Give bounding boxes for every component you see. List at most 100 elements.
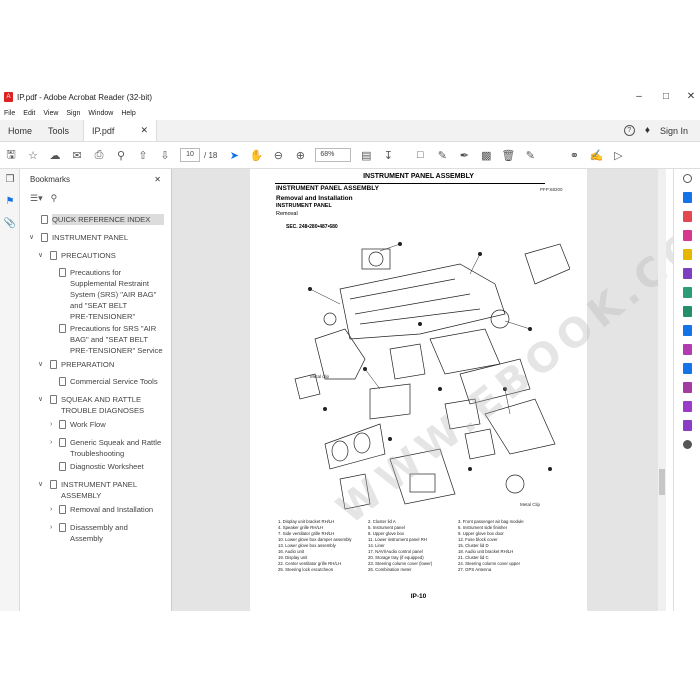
- minimize-button[interactable]: –: [625, 87, 653, 107]
- vertical-scrollbar[interactable]: [658, 169, 666, 611]
- search-icon[interactable]: ⚲: [110, 144, 132, 166]
- scroll-mode-icon[interactable]: ↧: [377, 144, 399, 166]
- bookmark-page-icon: [59, 438, 66, 447]
- bookmark-item[interactable]: ∨ SQUEAK AND RATTLE TROUBLE DIAGNOSES: [38, 394, 156, 416]
- bookmark-item[interactable]: QUICK REFERENCE INDEX: [41, 214, 164, 225]
- prev-page-icon[interactable]: ⇧: [132, 144, 154, 166]
- share-icon[interactable]: ▷: [607, 144, 629, 166]
- close-tab-icon[interactable]: ✕: [140, 125, 148, 136]
- chevron-down-icon[interactable]: ∨: [38, 394, 46, 405]
- compress-pdf-icon[interactable]: [674, 302, 700, 321]
- bookmark-star-icon[interactable]: ☆: [22, 144, 44, 166]
- print-icon[interactable]: ⎙: [88, 144, 110, 166]
- chevron-down-icon[interactable]: ∨: [38, 359, 46, 370]
- find-bookmark-icon[interactable]: ⚲: [51, 193, 58, 204]
- draw-icon[interactable]: ✒: [453, 144, 475, 166]
- legend-entry: 27. GPS Antenna: [458, 567, 492, 572]
- options-menu-icon[interactable]: ☰▾: [30, 193, 43, 204]
- maximize-button[interactable]: □: [652, 87, 680, 107]
- bookmark-item[interactable]: Precautions for Supplemental Restraint Sys…: [59, 267, 160, 322]
- zoom-in-icon[interactable]: ⊕: [289, 144, 311, 166]
- document-viewport[interactable]: INSTRUMENT PANEL ASSEMBLY INSTRUMENT PAN…: [172, 169, 700, 611]
- fill-sign-icon[interactable]: [674, 340, 700, 359]
- request-signature-icon[interactable]: [674, 378, 700, 397]
- chevron-right-icon[interactable]: ›: [50, 504, 58, 515]
- edit-pdf-icon[interactable]: [674, 226, 700, 245]
- print-production-icon[interactable]: [674, 416, 700, 435]
- combine-files-icon[interactable]: [674, 264, 700, 283]
- chevron-down-icon[interactable]: ∨: [38, 250, 46, 261]
- export-pdf-icon[interactable]: [674, 188, 700, 207]
- tab-tools[interactable]: Tools: [40, 120, 77, 141]
- bookmark-item[interactable]: ∨ PREPARATION: [38, 359, 114, 370]
- scan-ocr-icon[interactable]: [674, 321, 700, 340]
- bookmark-item[interactable]: Diagnostic Worksheet: [59, 461, 144, 472]
- bookmark-item[interactable]: › Work Flow: [50, 419, 106, 430]
- tab-document[interactable]: IP.pdf ✕: [83, 120, 158, 141]
- comment-tool-icon[interactable]: [674, 245, 700, 264]
- page-number-input[interactable]: 10: [180, 148, 200, 162]
- help-icon[interactable]: ?: [623, 125, 635, 136]
- bookmark-page-icon: [59, 268, 66, 277]
- send-for-review-icon[interactable]: [674, 397, 700, 416]
- subsection-sub: INSTRUMENT PANEL: [276, 203, 332, 209]
- bookmark-page-icon: [59, 377, 66, 386]
- organize-pages-icon[interactable]: [674, 283, 700, 302]
- upload-icon[interactable]: ☁: [44, 144, 66, 166]
- zoom-out-icon[interactable]: ⊖: [267, 144, 289, 166]
- bookmark-page-icon: [59, 324, 66, 333]
- sign-in-button[interactable]: Sign In: [660, 126, 688, 136]
- bookmark-item[interactable]: ∨ PRECAUTIONS: [38, 250, 116, 261]
- next-page-icon[interactable]: ⇩: [154, 144, 176, 166]
- menu-edit[interactable]: Edit: [23, 110, 35, 117]
- menu-window[interactable]: Window: [88, 110, 113, 117]
- bookmark-item[interactable]: Precautions for SRS "AIR BAG" and "SEAT B…: [59, 323, 165, 356]
- bookmark-page-icon: [59, 505, 66, 514]
- hand-tool-icon[interactable]: ✋: [245, 144, 267, 166]
- parts-legend: 1. Display unit bracket RH/LH 2. Cluster …: [278, 519, 568, 573]
- create-pdf-icon[interactable]: [674, 207, 700, 226]
- save-icon[interactable]: 🖫: [0, 144, 22, 166]
- bookmark-item[interactable]: ∨ INSTRUMENT PANEL: [29, 232, 128, 243]
- chevron-down-icon[interactable]: ∨: [29, 232, 37, 243]
- comment-icon[interactable]: □: [409, 144, 431, 166]
- close-button[interactable]: ✕: [677, 87, 700, 107]
- bookmarks-icon[interactable]: ⚑: [0, 191, 20, 213]
- chevron-right-icon[interactable]: ›: [50, 437, 58, 448]
- email-icon[interactable]: ✉: [66, 144, 88, 166]
- select-cursor-icon[interactable]: ➤: [223, 144, 245, 166]
- tab-home[interactable]: Home: [0, 120, 40, 141]
- bookmark-item[interactable]: ∨ INSTRUMENT PANEL ASSEMBLY: [38, 479, 156, 501]
- fit-page-icon[interactable]: ▤: [355, 144, 377, 166]
- zoom-level-select[interactable]: 68%: [315, 148, 352, 162]
- bookmark-page-icon: [41, 215, 48, 224]
- more-tools-icon[interactable]: [674, 435, 700, 454]
- highlight-icon[interactable]: ✎: [431, 144, 453, 166]
- bookmark-item[interactable]: Commercial Service Tools: [59, 376, 158, 387]
- chevron-down-icon[interactable]: ∨: [38, 479, 46, 490]
- bookmark-page-icon: [50, 251, 57, 260]
- bookmark-item[interactable]: › Disassembly and Assembly: [50, 522, 128, 544]
- menu-help[interactable]: Help: [121, 110, 135, 117]
- edit-icon[interactable]: ✎: [519, 144, 541, 166]
- bookmark-item[interactable]: › Generic Squeak and Rattle Troubleshooti…: [50, 437, 166, 459]
- attachments-icon[interactable]: 📎: [0, 213, 20, 235]
- thumbnails-icon[interactable]: ❒: [0, 169, 20, 191]
- tab-document-label: IP.pdf: [92, 125, 115, 136]
- chevron-right-icon[interactable]: ›: [50, 419, 58, 430]
- menu-sign[interactable]: Sign: [66, 110, 80, 117]
- sign-icon[interactable]: ✍: [585, 144, 607, 166]
- scrollbar-thumb[interactable]: [659, 469, 665, 495]
- bell-icon[interactable]: ♦: [645, 125, 650, 136]
- close-panel-icon[interactable]: ✕: [154, 175, 161, 184]
- delete-icon[interactable]: 🗑: [497, 144, 519, 166]
- chevron-right-icon[interactable]: ›: [50, 522, 58, 533]
- protect-icon[interactable]: [674, 359, 700, 378]
- menu-view[interactable]: View: [43, 110, 58, 117]
- link-icon[interactable]: ⚭: [563, 144, 585, 166]
- bookmark-item[interactable]: › Removal and Installation: [50, 504, 153, 515]
- legend-row: 25. Steering lock escutcheon 26. Combinat…: [278, 567, 568, 573]
- stamp-icon[interactable]: ▩: [475, 144, 497, 166]
- search-tool-icon[interactable]: [674, 169, 700, 188]
- menu-file[interactable]: File: [4, 110, 15, 117]
